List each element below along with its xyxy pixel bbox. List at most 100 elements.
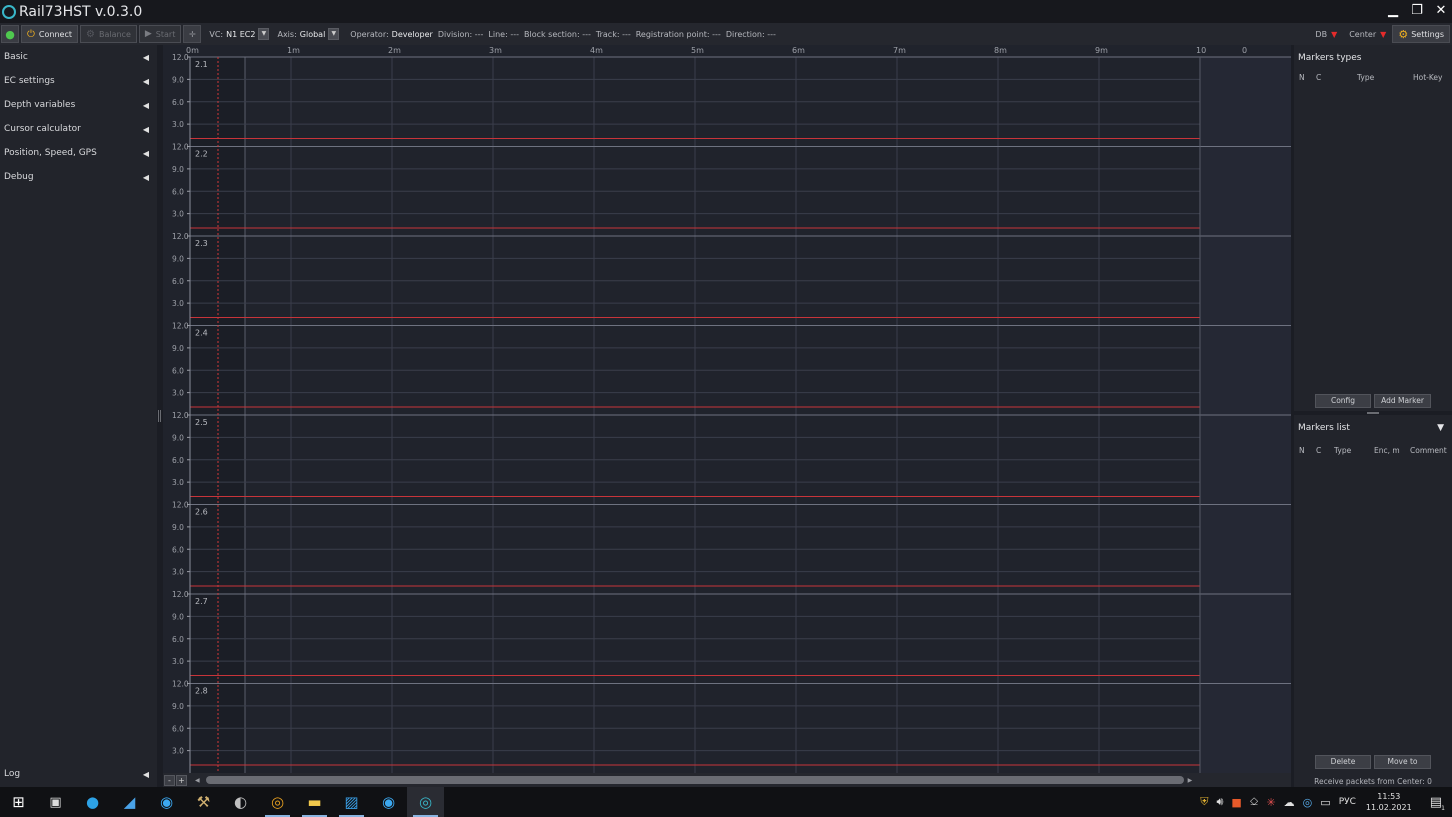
- horizontal-scrollbar[interactable]: - + ◀ ▶: [163, 773, 1291, 787]
- column-header[interactable]: Comment: [1410, 446, 1447, 455]
- app-taskbar-icon[interactable]: ◐: [222, 787, 259, 817]
- notifications-icon[interactable]: ▤ 1: [1430, 795, 1445, 812]
- y-tick-label: 12.0: [172, 590, 189, 599]
- minimize-button[interactable]: ▁: [1386, 2, 1400, 20]
- markers-types-title: Markers types: [1298, 53, 1362, 63]
- app-title: Rail73HST v.0.3.0: [19, 3, 143, 20]
- toolbar: ● ⏻ Connect ⚙ Balance ▶ Start ✛ VC: N1 E…: [0, 23, 1452, 45]
- panel-item-depth-variables[interactable]: Depth variables ◀: [0, 93, 157, 117]
- usb-icon[interactable]: ⎐: [1250, 795, 1259, 809]
- zoom-in-button[interactable]: +: [176, 774, 187, 786]
- network-icon[interactable]: ▭: [1320, 796, 1330, 809]
- panel-item-basic[interactable]: Basic ◀: [0, 45, 157, 69]
- task-view-icon[interactable]: ▣: [37, 787, 74, 817]
- y-tick-label: 3.0: [172, 299, 184, 308]
- rail73hst-taskbar-icon[interactable]: ◎: [407, 787, 444, 817]
- column-header[interactable]: C: [1316, 446, 1334, 455]
- bscan-chart-area[interactable]: 0m 1m 2m 3m 4m 5m 6m 7m 8m 9m 10 0 12.0 9.0 6.0 3.0 2.1 1…: [163, 45, 1291, 773]
- security-icon[interactable]: ⛨: [1200, 795, 1208, 809]
- y-tick-label: 6.0: [172, 545, 184, 554]
- language-indicator[interactable]: РУС: [1339, 797, 1356, 807]
- cloud-icon[interactable]: ☁: [1284, 796, 1295, 809]
- x-tick-label: 4m: [590, 46, 603, 55]
- dropdown-arrow-icon[interactable]: ▼: [1437, 423, 1444, 433]
- add-marker-button[interactable]: Add Marker: [1374, 394, 1431, 408]
- app-tray-icon[interactable]: ■: [1231, 796, 1241, 809]
- bscan-chart[interactable]: 0m 1m 2m 3m 4m 5m 6m 7m 8m 9m 10 012.09.06.03.02.11…: [163, 45, 1291, 773]
- crosshair-button[interactable]: ✛: [183, 25, 202, 43]
- panel-item-debug[interactable]: Debug ◀: [0, 165, 157, 189]
- channel-label: 2.2: [195, 150, 208, 159]
- db-status-icon: ▼: [1331, 29, 1338, 39]
- clock[interactable]: 11:53 11.02.2021: [1366, 791, 1412, 813]
- file-explorer-icon[interactable]: ▬: [296, 787, 333, 817]
- app-taskbar-icon[interactable]: ◉: [148, 787, 185, 817]
- column-header[interactable]: N: [1299, 73, 1316, 82]
- x-tick-label: 10: [1196, 46, 1206, 55]
- column-header[interactable]: N: [1299, 446, 1316, 455]
- windows-start-icon[interactable]: ⊞: [0, 787, 37, 817]
- y-tick-label: 3.0: [172, 389, 184, 398]
- panel-item-position-speed-gps[interactable]: Position, Speed, GPS ◀: [0, 141, 157, 165]
- vc-label: VC:: [209, 29, 224, 39]
- panel-item-ec-settings[interactable]: EC settings ◀: [0, 69, 157, 93]
- column-header[interactable]: Type: [1334, 446, 1374, 455]
- axis-value: Global: [299, 29, 326, 39]
- settings-button[interactable]: ⚙ Settings: [1392, 25, 1450, 43]
- panel-item-label: EC settings: [4, 76, 55, 86]
- vc-selector[interactable]: VC: N1 EC2 ▼: [201, 28, 270, 40]
- gear-icon: ⚙: [1398, 27, 1409, 41]
- close-button[interactable]: ✕: [1434, 2, 1448, 20]
- panel-item-label: Cursor calculator: [4, 124, 81, 134]
- y-tick-label: 6.0: [172, 277, 184, 286]
- app-logo-icon: [2, 4, 16, 19]
- block-section-info: Block section: ---: [524, 29, 591, 39]
- user-icon[interactable]: ●: [1, 25, 19, 43]
- scrollbar-thumb[interactable]: [205, 776, 1184, 784]
- scroll-right-icon[interactable]: ▶: [1188, 777, 1193, 784]
- scroll-left-icon[interactable]: ◀: [195, 777, 200, 784]
- collapse-arrow-icon: ◀: [142, 52, 149, 62]
- search-tray-icon[interactable]: ◎: [1303, 796, 1313, 809]
- channel-label: 2.4: [195, 329, 208, 338]
- direction-info: Direction: ---: [725, 29, 776, 39]
- connect-button[interactable]: ⏻ Connect: [21, 25, 78, 43]
- operator-label: Operator:: [350, 29, 389, 39]
- config-button[interactable]: Config: [1315, 394, 1371, 408]
- panel-item-log[interactable]: Log ◀: [0, 762, 157, 786]
- x-tick-label: 6m: [792, 46, 805, 55]
- app-tray-icon[interactable]: ✳: [1266, 796, 1275, 809]
- x-tick-label: 2m: [388, 46, 401, 55]
- panel-item-cursor-calculator[interactable]: Cursor calculator ◀: [0, 117, 157, 141]
- balance-button[interactable]: ⚙ Balance: [80, 25, 137, 43]
- start-button[interactable]: ▶ Start: [138, 25, 182, 43]
- move-to-button[interactable]: Move to: [1374, 755, 1431, 769]
- zoom-out-button[interactable]: -: [164, 774, 175, 786]
- app-taskbar-icon[interactable]: ◉: [370, 787, 407, 817]
- y-tick-label: 6.0: [172, 187, 184, 196]
- vc-dropdown-icon[interactable]: ▼: [258, 28, 270, 40]
- app-taskbar-icon[interactable]: ◢: [111, 787, 148, 817]
- registration-point-info: Registration point: ---: [635, 29, 721, 39]
- notification-count: 1: [1441, 804, 1445, 812]
- windows-taskbar: ⊞ ▣ ● ◢ ◉ ⚒ ◐ ◎ ▬ ▨ ◉ ◎ ⛨ 🔊︎ ■ ⎐ ✳ ☁ ◎ ▭…: [0, 787, 1452, 817]
- column-header[interactable]: Hot-Key: [1413, 73, 1442, 82]
- axis-dropdown-icon[interactable]: ▼: [328, 28, 340, 40]
- volume-icon[interactable]: 🔊︎: [1216, 795, 1223, 809]
- panel-item-label: Depth variables: [4, 100, 76, 110]
- channel-label: 2.3: [195, 239, 208, 248]
- edge-browser-icon[interactable]: ●: [74, 787, 111, 817]
- axis-selector[interactable]: Axis: Global ▼: [269, 28, 340, 40]
- maximize-button[interactable]: ❐: [1410, 2, 1424, 20]
- column-header[interactable]: Type: [1357, 73, 1413, 82]
- column-header[interactable]: C: [1316, 73, 1357, 82]
- collapse-arrow-icon: ◀: [142, 148, 149, 158]
- y-tick-label: 12.0: [172, 53, 189, 62]
- center-status-icon: ▼: [1380, 29, 1387, 39]
- markers-list-header: Markers list ▼: [1294, 415, 1452, 433]
- photos-icon[interactable]: ▨: [333, 787, 370, 817]
- tools-icon[interactable]: ⚒: [185, 787, 222, 817]
- delete-marker-button[interactable]: Delete: [1315, 755, 1371, 769]
- chrome-browser-icon[interactable]: ◎: [259, 787, 296, 817]
- column-header[interactable]: Enc, m: [1374, 446, 1410, 455]
